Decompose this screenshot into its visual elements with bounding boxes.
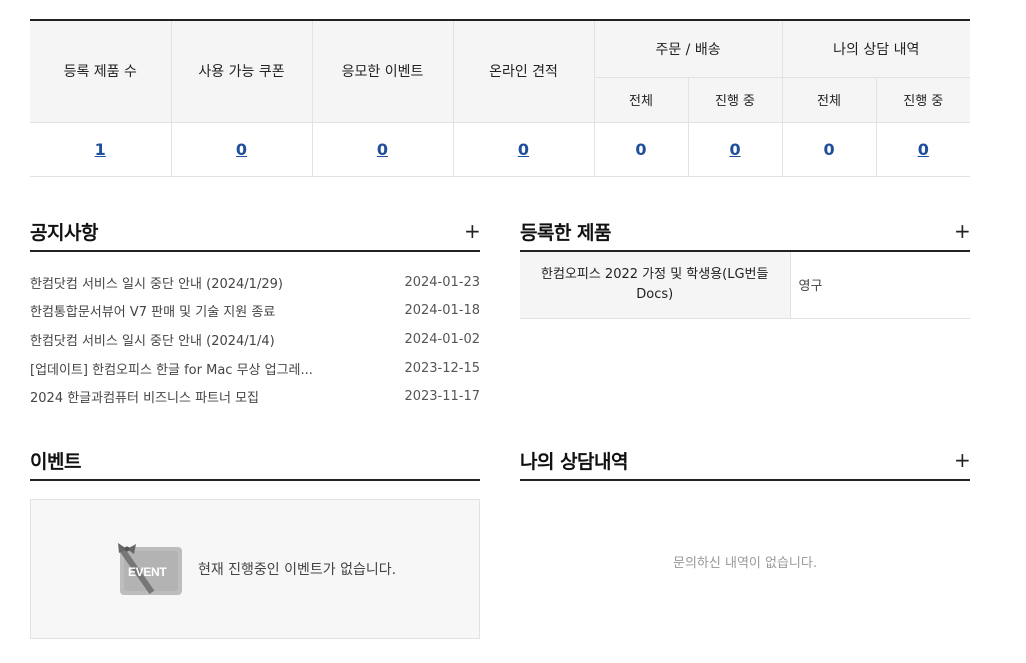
notice-item-date: 2024-01-23 bbox=[404, 274, 480, 290]
event-icon-label: EVENT bbox=[127, 565, 167, 579]
event-title: 이벤트 bbox=[30, 450, 81, 473]
header-order-all: 전체 bbox=[594, 76, 689, 122]
notice-title: 공지사항 bbox=[30, 221, 98, 244]
consultation-more-plus-icon[interactable]: + bbox=[954, 450, 971, 470]
table-row: 한컴오피스 2022 가정 및 학생용(LG번들 Docs) 영구 bbox=[520, 252, 970, 319]
event-gift-card-icon: EVENT bbox=[114, 541, 186, 597]
notice-item-date: 2024-01-18 bbox=[404, 303, 480, 319]
consult-in-progress-count-link[interactable]: 0 bbox=[918, 140, 929, 159]
notice-list: 한컴닷컴 서비스 일시 중단 안내 (2024/1/29) 2024-01-23 … bbox=[30, 252, 480, 411]
notice-item-title[interactable]: 한컴통합문서뷰어 V7 판매 및 기술 지원 종료 bbox=[30, 301, 275, 320]
online-quote-count-link[interactable]: 0 bbox=[518, 140, 529, 159]
notice-more-plus-icon[interactable]: + bbox=[464, 221, 481, 241]
header-consult-all: 전체 bbox=[782, 76, 877, 122]
order-in-progress-count-link[interactable]: 0 bbox=[729, 140, 740, 159]
products-title: 등록한 제품 bbox=[520, 221, 612, 244]
consultation-empty-message: 문의하신 내역이 없습니다. bbox=[673, 555, 817, 571]
registered-products-count-link[interactable]: 1 bbox=[95, 140, 106, 159]
consultation-panel: 나의 상담내역 + 문의하신 내역이 없습니다. bbox=[520, 441, 971, 631]
list-item[interactable]: 한컴닷컴 서비스 일시 중단 안내 (2024/1/29) 2024-01-23 bbox=[30, 268, 480, 297]
notice-header: 공지사항 + bbox=[30, 212, 481, 252]
notice-panel: 공지사항 + 한컴닷컴 서비스 일시 중단 안내 (2024/1/29) 2024… bbox=[30, 212, 481, 411]
header-online-quote: 온라인 견적 bbox=[453, 19, 595, 122]
product-term: 영구 bbox=[790, 252, 970, 319]
header-registered-products: 등록 제품 수 bbox=[30, 19, 172, 122]
header-order-delivery: 주문 / 배송 bbox=[594, 19, 783, 77]
list-item[interactable]: 한컴닷컴 서비스 일시 중단 안내 (2024/1/4) 2024-01-02 bbox=[30, 325, 480, 354]
event-empty-box: EVENT 현재 진행중인 이벤트가 없습니다. bbox=[30, 499, 480, 639]
header-applied-events: 응모한 이벤트 bbox=[312, 19, 454, 122]
product-name: 한컴오피스 2022 가정 및 학생용(LG번들 Docs) bbox=[520, 252, 791, 319]
list-item[interactable]: 2024 한글과컴퓨터 비즈니스 파트너 모집 2023-11-17 bbox=[30, 382, 480, 411]
order-all-count: 0 bbox=[635, 139, 647, 159]
notice-item-date: 2023-11-17 bbox=[404, 389, 480, 405]
event-panel: 이벤트 EVENT 현재 진행중인 이벤트가 없습니다. bbox=[30, 441, 480, 639]
consultation-title: 나의 상담내역 bbox=[520, 450, 629, 473]
consult-all-count: 0 bbox=[823, 139, 835, 159]
list-item[interactable]: [업데이트] 한컴오피스 한글 for Mac 무상 업그레... 2023-12… bbox=[30, 354, 480, 383]
list-item[interactable]: 한컴통합문서뷰어 V7 판매 및 기술 지원 종료 2024-01-18 bbox=[30, 297, 480, 326]
header-my-consultation: 나의 상담 내역 bbox=[782, 19, 971, 77]
applied-events-count-link[interactable]: 0 bbox=[377, 140, 388, 159]
event-header: 이벤트 bbox=[30, 441, 480, 481]
ribbon-bow-icon bbox=[117, 543, 136, 554]
products-more-plus-icon[interactable]: + bbox=[954, 221, 971, 241]
header-usable-coupons: 사용 가능 쿠폰 bbox=[171, 19, 313, 122]
products-header: 등록한 제품 + bbox=[520, 212, 971, 252]
notice-item-title[interactable]: 한컴닷컴 서비스 일시 중단 안내 (2024/1/29) bbox=[30, 273, 283, 292]
notice-item-date: 2023-12-15 bbox=[404, 360, 480, 376]
event-empty-message: 현재 진행중인 이벤트가 없습니다. bbox=[197, 562, 397, 578]
notice-item-date: 2024-01-02 bbox=[404, 331, 480, 347]
notice-item-title[interactable]: [업데이트] 한컴오피스 한글 for Mac 무상 업그레... bbox=[30, 359, 313, 378]
notice-item-title[interactable]: 한컴닷컴 서비스 일시 중단 안내 (2024/1/4) bbox=[30, 330, 275, 349]
consultation-header: 나의 상담내역 + bbox=[520, 441, 971, 481]
summary-table: 등록 제품 수 사용 가능 쿠폰 응모한 이벤트 온라인 견적 주문 / 배송 … bbox=[30, 19, 971, 177]
notice-item-title[interactable]: 2024 한글과컴퓨터 비즈니스 파트너 모집 bbox=[30, 387, 259, 406]
header-order-in-progress: 진행 중 bbox=[688, 76, 783, 122]
registered-products-panel: 등록한 제품 + 한컴오피스 2022 가정 및 학생용(LG번들 Docs) … bbox=[520, 212, 971, 319]
usable-coupons-count-link[interactable]: 0 bbox=[236, 140, 247, 159]
products-table: 한컴오피스 2022 가정 및 학생용(LG번들 Docs) 영구 bbox=[520, 252, 970, 319]
summary-values-row: 1 0 0 0 0 0 0 0 bbox=[30, 121, 971, 177]
header-consult-in-progress: 진행 중 bbox=[876, 76, 971, 122]
